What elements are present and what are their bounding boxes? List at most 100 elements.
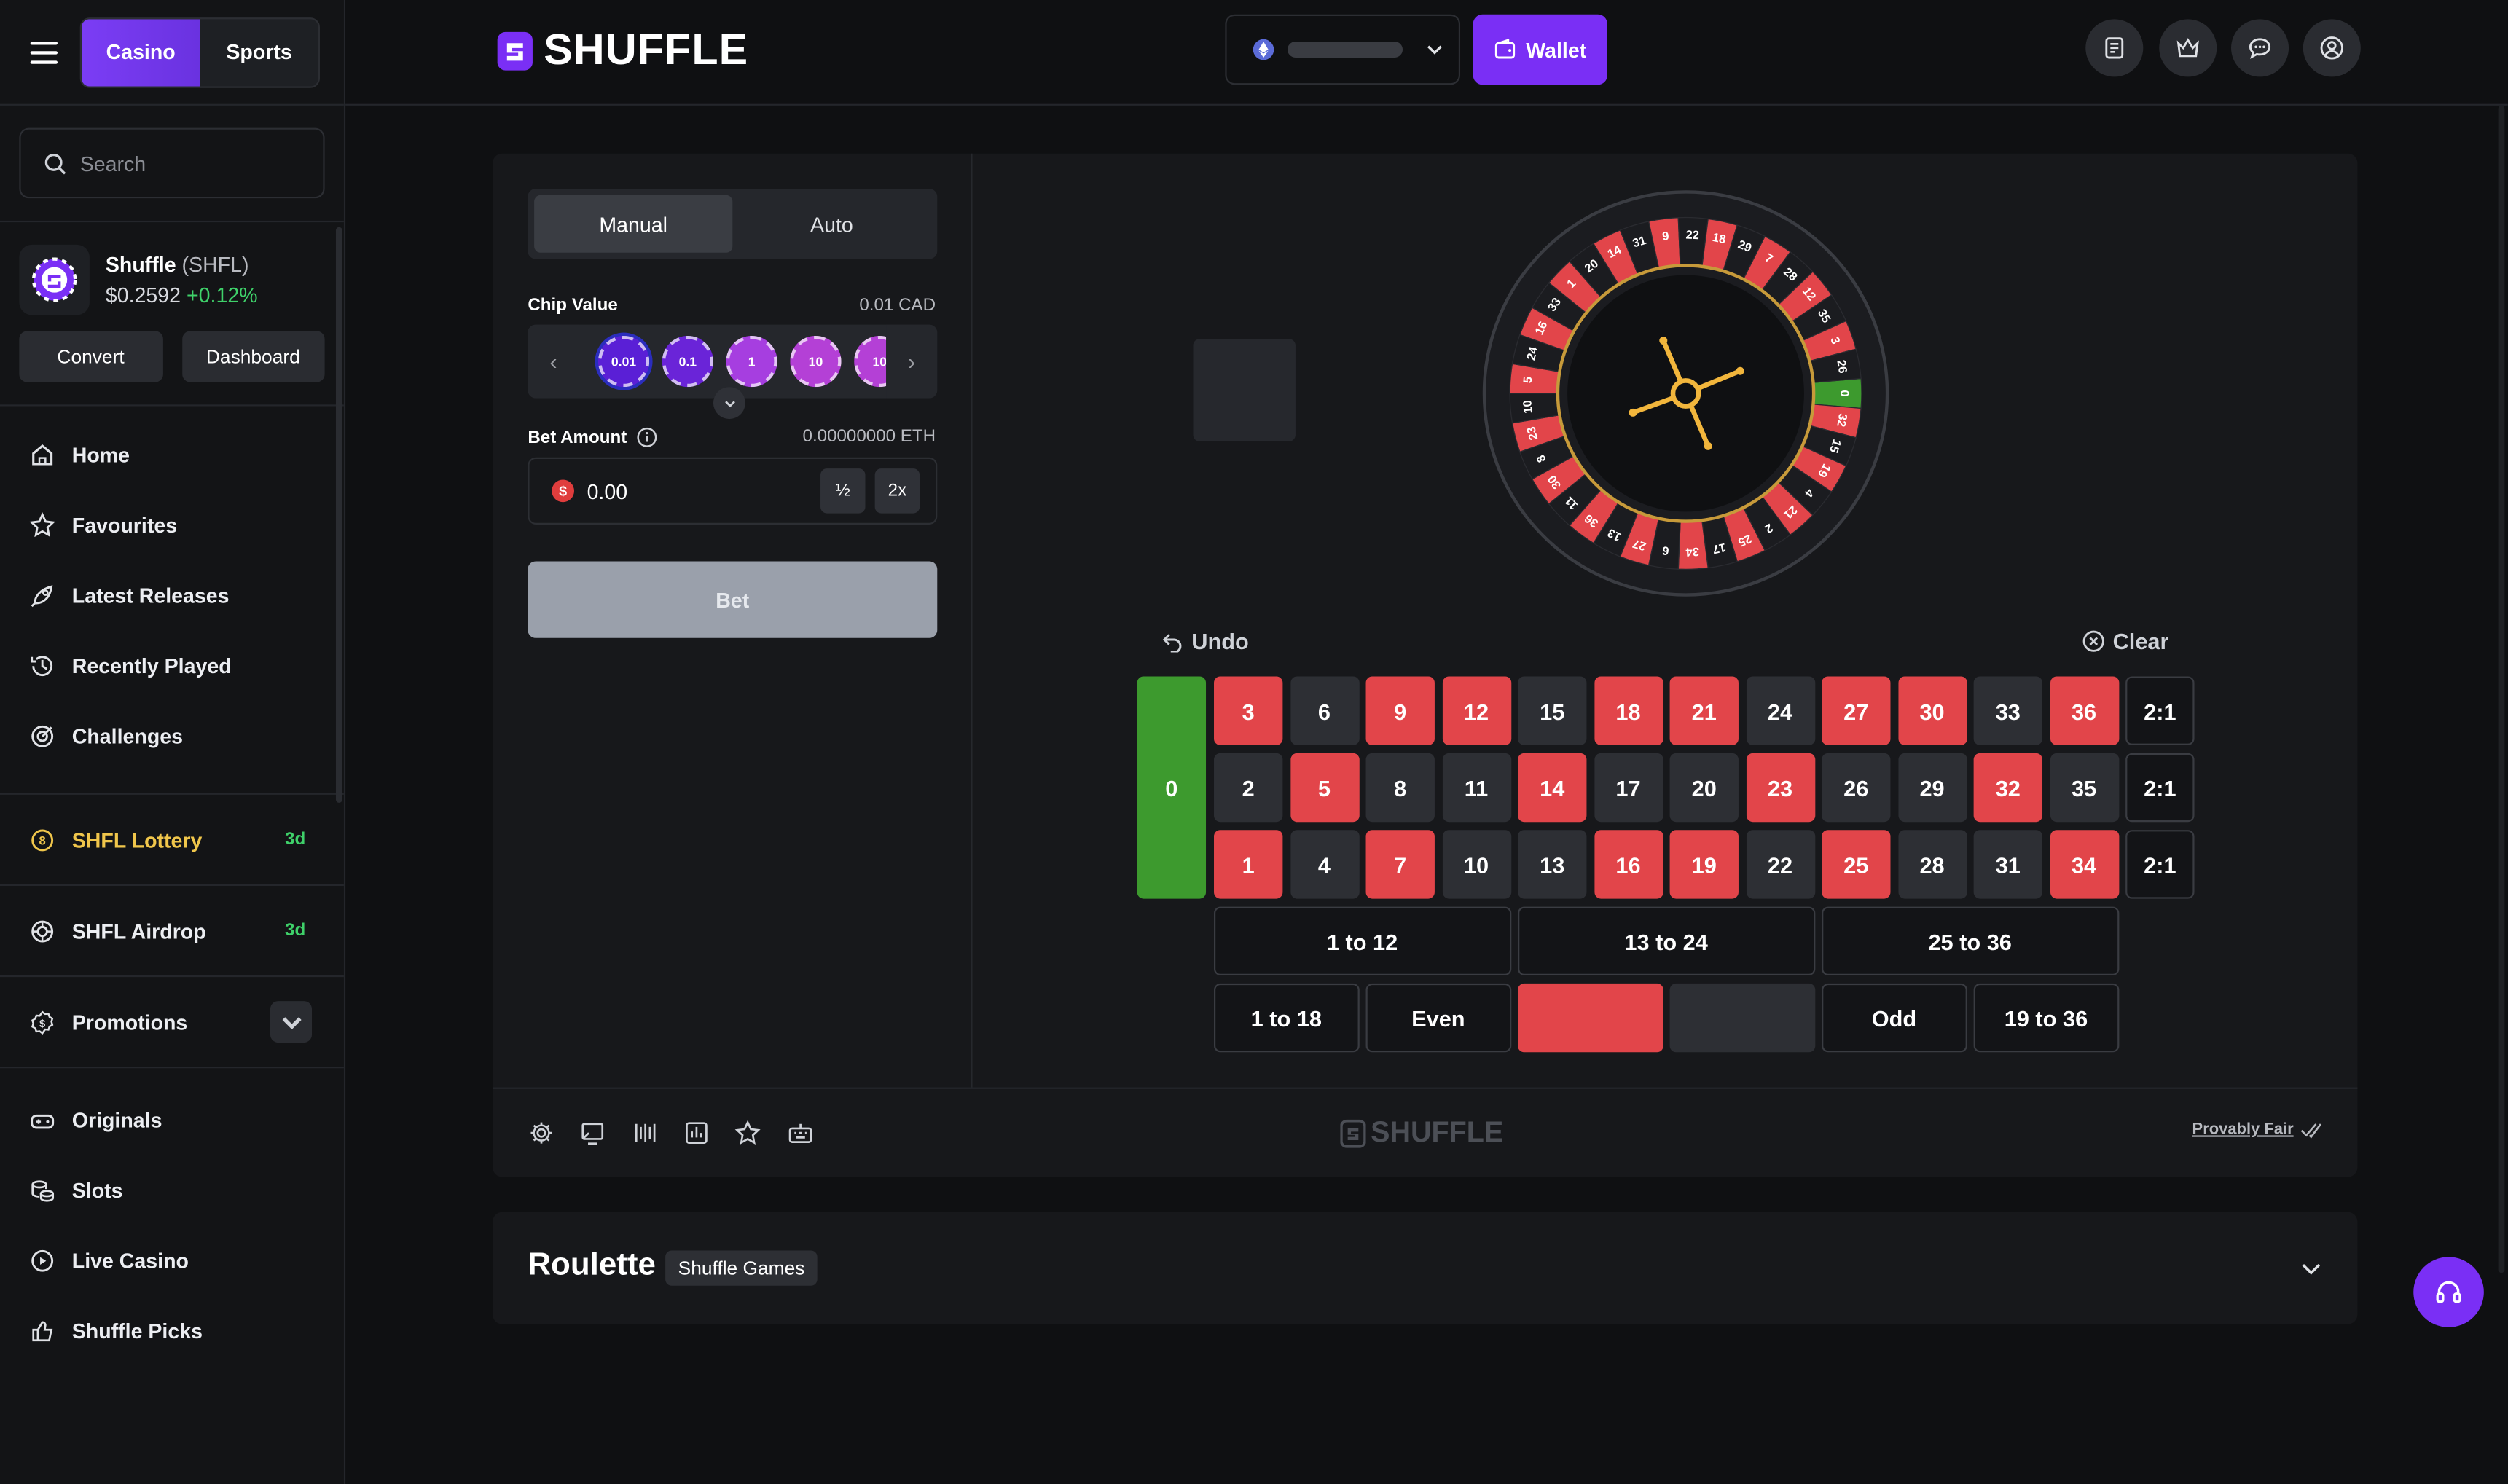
tab-manual[interactable]: Manual bbox=[534, 195, 733, 253]
tab-auto[interactable]: Auto bbox=[732, 195, 930, 253]
chip-0-1[interactable]: 0.1 bbox=[662, 335, 713, 388]
chip-expand-button[interactable] bbox=[713, 387, 745, 420]
number-cell[interactable]: 11 bbox=[1441, 753, 1511, 823]
column-bet-cell[interactable]: 2:1 bbox=[2125, 753, 2195, 823]
double-bet-button[interactable]: 2x bbox=[874, 468, 920, 514]
number-cell[interactable]: 35 bbox=[2049, 753, 2119, 823]
number-cell[interactable]: 7 bbox=[1365, 830, 1435, 899]
number-cell[interactable]: 15 bbox=[1518, 676, 1587, 745]
provider-tag[interactable]: Shuffle Games bbox=[665, 1250, 818, 1286]
number-cell[interactable]: 3 bbox=[1214, 676, 1283, 745]
number-cell[interactable]: 21 bbox=[1669, 676, 1739, 745]
nav-shfl-airdrop[interactable]: SHFL Airdrop 3d bbox=[0, 895, 344, 966]
menu-icon[interactable] bbox=[19, 28, 67, 76]
chip-scroll-right[interactable]: › bbox=[886, 324, 938, 399]
nav-shfl-lottery[interactable]: 8 SHFL Lottery 3d bbox=[0, 804, 344, 875]
number-cell[interactable]: 12 bbox=[1441, 676, 1511, 745]
promotions-expand-button[interactable] bbox=[270, 1001, 313, 1043]
undo-button[interactable]: Undo bbox=[1161, 629, 1249, 654]
profile-button[interactable] bbox=[2303, 19, 2361, 77]
number-cell[interactable]: 24 bbox=[1745, 676, 1815, 745]
number-cell[interactable]: 22 bbox=[1745, 830, 1815, 899]
number-cell[interactable]: 23 bbox=[1745, 753, 1815, 823]
settings-icon[interactable] bbox=[528, 1120, 554, 1147]
wallet-button[interactable]: Wallet bbox=[1473, 14, 1607, 85]
number-cell[interactable]: 4 bbox=[1290, 830, 1359, 899]
number-cell[interactable]: 6 bbox=[1290, 676, 1359, 745]
nav-favourites[interactable]: Favourites bbox=[0, 490, 344, 560]
high-bet-cell[interactable]: 19 to 36 bbox=[1973, 983, 2119, 1053]
number-cell[interactable]: 36 bbox=[2049, 676, 2119, 745]
chevron-down-icon[interactable] bbox=[2300, 1257, 2322, 1279]
stats-icon[interactable] bbox=[683, 1120, 710, 1147]
number-cell[interactable]: 10 bbox=[1441, 830, 1511, 899]
nav-challenges[interactable]: Challenges bbox=[0, 700, 344, 771]
number-cell[interactable]: 26 bbox=[1822, 753, 1891, 823]
dashboard-button[interactable]: Dashboard bbox=[181, 331, 325, 382]
column-bet-cell[interactable]: 2:1 bbox=[2125, 676, 2195, 745]
support-button[interactable] bbox=[2413, 1257, 2484, 1327]
nav-recently-played[interactable]: Recently Played bbox=[0, 630, 344, 701]
keyboard-icon[interactable] bbox=[787, 1120, 814, 1147]
nav-live-casino[interactable]: Live Casino bbox=[0, 1225, 344, 1295]
bet-amount-input[interactable]: $ 0.00 ½ 2x bbox=[528, 457, 938, 525]
zero-cell[interactable]: 0 bbox=[1137, 676, 1207, 899]
half-bet-button[interactable]: ½ bbox=[820, 468, 866, 514]
search-input[interactable]: Search bbox=[80, 151, 146, 175]
bet-button[interactable]: Bet bbox=[528, 561, 938, 638]
fairness-icon[interactable] bbox=[632, 1120, 659, 1147]
tab-sports[interactable]: Sports bbox=[200, 18, 318, 85]
number-cell[interactable]: 17 bbox=[1594, 753, 1663, 823]
page-scrollbar[interactable] bbox=[2498, 105, 2505, 1273]
number-cell[interactable]: 16 bbox=[1594, 830, 1663, 899]
number-cell[interactable]: 8 bbox=[1365, 753, 1435, 823]
number-cell[interactable]: 31 bbox=[1973, 830, 2043, 899]
even-bet-cell[interactable]: Even bbox=[1365, 983, 1511, 1053]
number-cell[interactable]: 28 bbox=[1897, 830, 1967, 899]
clear-button[interactable]: Clear bbox=[2082, 629, 2168, 654]
number-cell[interactable]: 13 bbox=[1518, 830, 1587, 899]
number-cell[interactable]: 20 bbox=[1669, 753, 1739, 823]
bet-amount-value[interactable]: 0.00 bbox=[587, 479, 628, 503]
number-cell[interactable]: 30 bbox=[1897, 676, 1967, 745]
game-info-panel[interactable]: Roulette Shuffle Games bbox=[493, 1212, 2358, 1324]
info-icon[interactable] bbox=[636, 427, 657, 448]
red-bet-cell[interactable] bbox=[1518, 983, 1663, 1053]
nav-home[interactable]: Home bbox=[0, 419, 344, 490]
chip-1[interactable]: 1 bbox=[726, 335, 777, 388]
nav-slots[interactable]: Slots bbox=[0, 1155, 344, 1225]
number-cell[interactable]: 2 bbox=[1214, 753, 1283, 823]
chip-scroll-left[interactable]: ‹ bbox=[528, 324, 579, 399]
number-cell[interactable]: 25 bbox=[1822, 830, 1891, 899]
number-cell[interactable]: 32 bbox=[1973, 753, 2043, 823]
number-cell[interactable]: 33 bbox=[1973, 676, 2043, 745]
nav-originals[interactable]: Originals bbox=[0, 1084, 344, 1155]
black-bet-cell[interactable] bbox=[1669, 983, 1815, 1053]
search-box[interactable]: Search bbox=[19, 127, 325, 199]
number-cell[interactable]: 18 bbox=[1594, 676, 1663, 745]
dozen-bet-cell[interactable]: 1 to 12 bbox=[1214, 906, 1511, 975]
dozen-bet-cell[interactable]: 13 to 24 bbox=[1518, 906, 1815, 975]
number-cell[interactable]: 14 bbox=[1518, 753, 1587, 823]
sidebar-scrollbar[interactable] bbox=[335, 227, 342, 803]
number-cell[interactable]: 27 bbox=[1822, 676, 1891, 745]
dozen-bet-cell[interactable]: 25 to 36 bbox=[1822, 906, 2119, 975]
low-bet-cell[interactable]: 1 to 18 bbox=[1214, 983, 1359, 1053]
number-cell[interactable]: 5 bbox=[1290, 753, 1359, 823]
number-cell[interactable]: 29 bbox=[1897, 753, 1967, 823]
shuffle-logo[interactable]: SHUFFLE bbox=[495, 25, 748, 75]
tab-casino[interactable]: Casino bbox=[81, 18, 200, 86]
nav-shuffle-picks[interactable]: Shuffle Picks bbox=[0, 1295, 344, 1366]
provably-fair-link[interactable]: Provably Fair bbox=[2192, 1121, 2323, 1139]
nav-promotions[interactable]: $ Promotions bbox=[0, 986, 344, 1057]
convert-button[interactable]: Convert bbox=[19, 331, 162, 382]
vip-button[interactable] bbox=[2159, 19, 2217, 77]
theatre-mode-icon[interactable] bbox=[579, 1120, 606, 1147]
number-cell[interactable]: 1 bbox=[1214, 830, 1283, 899]
currency-selector[interactable] bbox=[1225, 14, 1461, 85]
favourite-star-icon[interactable] bbox=[734, 1120, 761, 1147]
number-cell[interactable]: 19 bbox=[1669, 830, 1739, 899]
number-cell[interactable]: 34 bbox=[2049, 830, 2119, 899]
chat-button[interactable] bbox=[2231, 19, 2289, 77]
odd-bet-cell[interactable]: Odd bbox=[1822, 983, 1967, 1053]
